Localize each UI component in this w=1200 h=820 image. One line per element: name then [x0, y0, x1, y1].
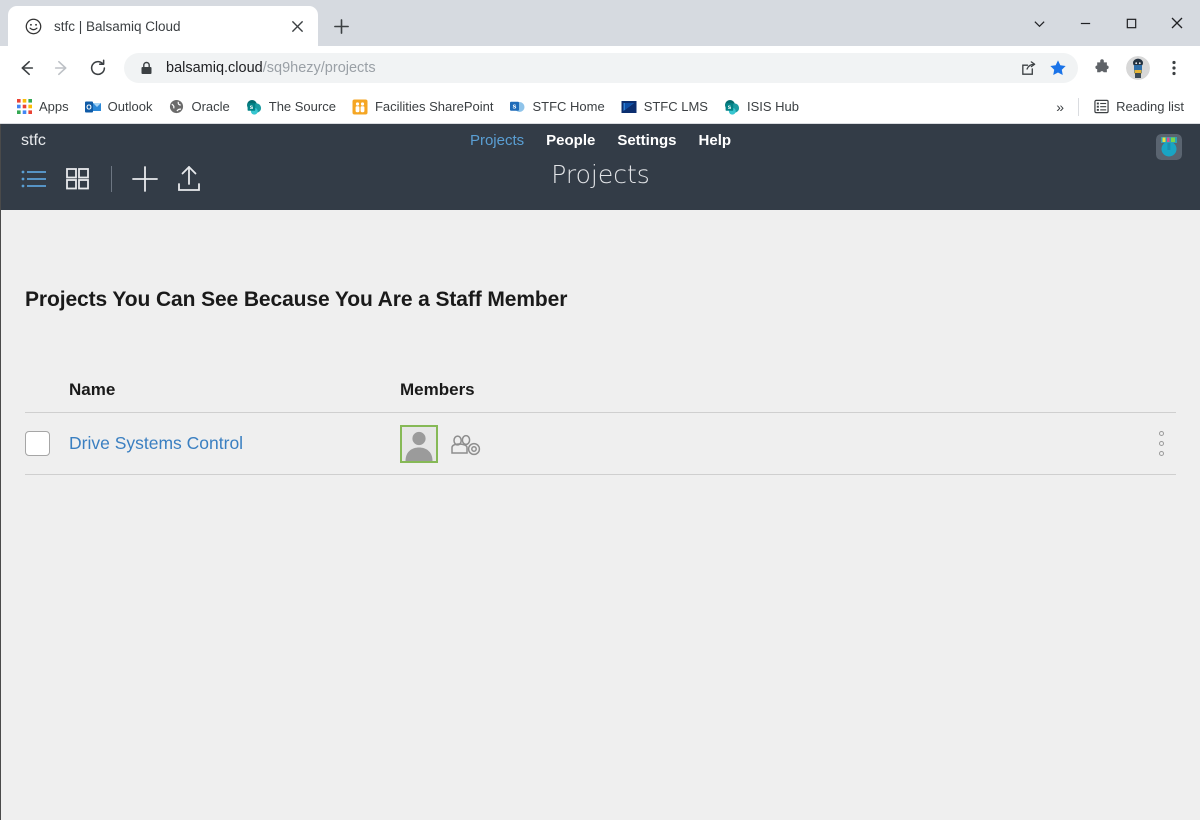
section-title: Projects You Can See Because You Are a S…: [25, 288, 568, 311]
browser-window: stfc | Balsamiq Cloud balsamiq.cloud/sq9…: [0, 0, 1200, 820]
star-filled-icon[interactable]: [1044, 54, 1072, 82]
bookmark-isis-hub[interactable]: s ISIS Hub: [716, 94, 807, 120]
url-domain: balsamiq.cloud: [166, 60, 263, 76]
sharepoint-teal-icon: s: [724, 99, 740, 115]
tab-strip: stfc | Balsamiq Cloud: [0, 0, 1200, 46]
profile-avatar[interactable]: [1120, 50, 1156, 86]
three-dot-menu-icon[interactable]: [1156, 50, 1192, 86]
url-text: balsamiq.cloud/sq9hezy/projects: [166, 60, 376, 76]
project-name-cell: Drive Systems Control: [69, 433, 400, 454]
bookmark-stfc-lms[interactable]: STFC LMS: [613, 94, 716, 120]
bookmarks-divider: [1078, 97, 1080, 116]
toolbar-right-actions: [1084, 50, 1192, 86]
row-checkbox[interactable]: [25, 431, 50, 456]
menu-dot: [1159, 451, 1164, 456]
bookmark-label: Oracle: [191, 99, 230, 114]
bookmark-label: The Source: [268, 99, 336, 114]
reading-list-button[interactable]: Reading list: [1085, 94, 1192, 120]
smiley-face-icon: [24, 17, 42, 35]
reload-icon[interactable]: [80, 50, 116, 86]
nav-item-people[interactable]: People: [546, 132, 595, 149]
browser-tab[interactable]: stfc | Balsamiq Cloud: [8, 6, 318, 46]
row-select-cell: [25, 431, 69, 456]
tab-title: stfc | Balsamiq Cloud: [54, 18, 181, 34]
bookmark-outlook[interactable]: O Outlook: [77, 94, 161, 120]
bookmark-label: STFC Home: [532, 99, 605, 114]
facilities-icon: [352, 99, 368, 115]
svg-text:s: s: [249, 104, 253, 111]
nav-item-settings[interactable]: Settings: [617, 132, 676, 149]
menu-dot: [1159, 441, 1164, 446]
reading-list-label: Reading list: [1116, 99, 1184, 114]
bookmark-facilities-sharepoint[interactable]: Facilities SharePoint: [344, 94, 502, 120]
browser-toolbar: balsamiq.cloud/sq9hezy/projects: [0, 46, 1200, 90]
page-viewport: stfc Projects People Settings Help Proje…: [0, 124, 1200, 820]
column-header-name: Name: [69, 380, 116, 399]
lock-icon: [136, 58, 156, 78]
reading-list-icon: [1093, 99, 1109, 115]
page-content: Projects You Can See Because You Are a S…: [1, 210, 1200, 820]
bookmark-stfc-home[interactable]: s STFC Home: [501, 94, 612, 120]
share-icon[interactable]: [1014, 54, 1042, 82]
close-window-button[interactable]: [1154, 0, 1200, 46]
window-controls: [1016, 0, 1200, 46]
app-header: stfc Projects People Settings Help Proje…: [1, 124, 1200, 210]
table-header: Name Members: [25, 380, 1176, 413]
omnibox-actions: [1014, 54, 1072, 82]
nav-item-help[interactable]: Help: [699, 132, 732, 149]
bookmark-label: STFC LMS: [643, 99, 708, 114]
minimize-button[interactable]: [1062, 0, 1108, 46]
svg-text:s: s: [513, 103, 517, 110]
apps-grid-icon: [16, 99, 32, 115]
project-members-cell: [400, 424, 1176, 463]
svg-text:O: O: [86, 104, 92, 111]
bookmarks-overflow-button[interactable]: »: [1048, 99, 1072, 115]
bookmark-label: Outlook: [107, 99, 153, 114]
bookmark-the-source[interactable]: s The Source: [238, 94, 344, 120]
sharepoint-blue-icon: s: [509, 99, 525, 115]
address-bar[interactable]: balsamiq.cloud/sq9hezy/projects: [124, 53, 1078, 83]
bookmark-label: Facilities SharePoint: [374, 99, 494, 114]
viewers-icon[interactable]: [450, 429, 484, 459]
puzzle-piece-icon[interactable]: [1084, 50, 1120, 86]
member-avatar[interactable]: [400, 424, 438, 463]
back-icon[interactable]: [8, 50, 44, 86]
nav-item-projects[interactable]: Projects: [470, 132, 524, 149]
tab-search-chevron-icon[interactable]: [1016, 0, 1062, 46]
user-avatar[interactable]: [1156, 134, 1182, 160]
forward-icon[interactable]: [44, 50, 80, 86]
svg-text:s: s: [728, 104, 732, 111]
page-title: Projects: [551, 160, 650, 189]
app-navigation: Projects People Settings Help: [1, 132, 1200, 149]
close-icon[interactable]: [286, 15, 308, 37]
row-menu-button[interactable]: [1153, 425, 1170, 462]
new-tab-button[interactable]: [324, 9, 358, 43]
lms-triangle-icon: [621, 99, 637, 115]
bookmark-label: Apps: [39, 99, 69, 114]
project-name-link[interactable]: Drive Systems Control: [69, 433, 243, 453]
bookmarks-bar: Apps O Outlook Oracle s The Source Facil…: [0, 90, 1200, 124]
column-header-members: Members: [400, 380, 475, 399]
sharepoint-icon: s: [246, 99, 262, 115]
bookmark-label: ISIS Hub: [746, 99, 800, 114]
url-path: /sq9hezy/projects: [262, 60, 376, 76]
oracle-globe-icon: [168, 99, 184, 115]
table-row[interactable]: Drive Systems Control: [25, 413, 1176, 475]
bookmark-apps[interactable]: Apps: [8, 94, 77, 120]
outlook-icon: O: [84, 99, 101, 115]
bookmark-oracle[interactable]: Oracle: [160, 94, 237, 120]
menu-dot: [1159, 431, 1164, 436]
projects-table: Name Members Drive Systems Control: [25, 380, 1176, 475]
maximize-button[interactable]: [1108, 0, 1154, 46]
